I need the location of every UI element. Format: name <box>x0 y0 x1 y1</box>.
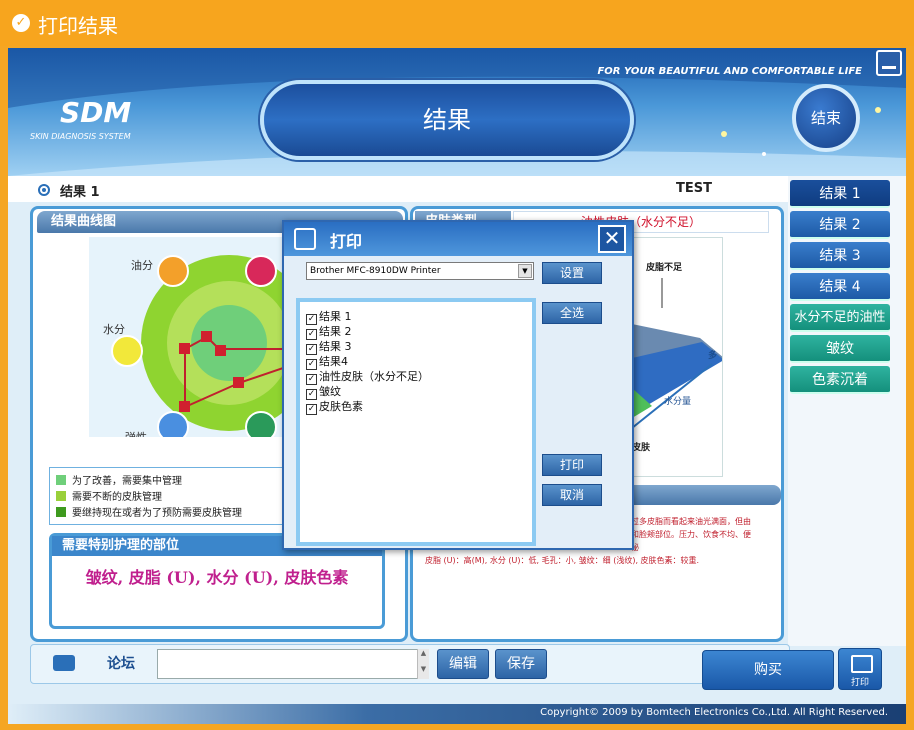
printer-select[interactable]: Brother MFC-8910DW Printer ▼ <box>306 262 534 280</box>
elasticity-marker <box>157 411 189 437</box>
graph-label-bottom: 皮肤 <box>632 443 651 453</box>
zone-inner <box>191 305 267 381</box>
close-button[interactable]: ✕ <box>598 225 626 253</box>
oil-marker <box>157 255 189 287</box>
print-item-checkbox[interactable]: ✓ 皮肤色素 <box>306 398 363 415</box>
tab-dehydrated-oily[interactable]: 水分不足的油性 <box>790 304 890 332</box>
buy-button[interactable]: 购买 <box>702 650 834 690</box>
skin-type-graph: 皮脂不足 多 水分量 皮肤 <box>631 237 723 477</box>
print-items-list: ✓ 结果 1 ✓ 结果 2 ✓ 结果 3 ✓ 结果4 ✓ 油性皮肤（水分不足） ✓ 皱纹 ✓… <box>296 298 536 546</box>
special-care-value: 皱纹, 皮脂 (U), 水分 (U), 皮肤色素 <box>85 568 349 587</box>
marker-top-right <box>245 255 277 287</box>
result-label: 结果 1 <box>60 185 100 200</box>
tab-pigmentation[interactable]: 色素沉着 <box>790 366 890 394</box>
marker-bottom-right <box>245 411 277 437</box>
result-header: 结果 1 TEST <box>8 176 788 202</box>
tab-wrinkles[interactable]: 皱纹 <box>790 335 890 363</box>
logo-subtitle: SKIN DIAGNOSIS SYSTEM <box>30 132 131 141</box>
forum-label: 论坛 <box>107 656 135 672</box>
page-title: 结果 <box>423 106 471 134</box>
dialog-cancel-button[interactable]: 取消 <box>542 484 602 506</box>
legend-item: 需要不断的皮肤管理 <box>56 488 162 503</box>
graph-label-side: 多 <box>708 351 718 361</box>
dialog-title: 打印 <box>330 232 363 251</box>
legend-swatch <box>56 507 66 517</box>
result-point <box>201 331 212 342</box>
elasticity-label: 弹性 <box>125 429 147 437</box>
tab-result-2[interactable]: 结果 2 <box>790 211 890 239</box>
slogan: FOR YOUR BEAUTIFUL AND COMFORTABLE LIFE <box>597 66 862 77</box>
window-title-bar: ✓ 打印结果 <box>0 0 914 46</box>
tab-result-4[interactable]: 结果 4 <box>790 273 890 301</box>
legend: 为了改善，需要集中管理 需要不断的皮肤管理 要继持现在或者为了预防需要皮肤管理 <box>49 467 309 525</box>
graph-label-top: 皮脂不足 <box>646 263 683 273</box>
tab-result-3[interactable]: 结果 3 <box>790 242 890 270</box>
dialog-print-button[interactable]: 打印 <box>542 454 602 476</box>
sdm-logo: SDM <box>60 96 132 129</box>
result-point <box>179 401 190 412</box>
water-label: 水分 <box>103 323 125 336</box>
dialog-title-bar: 打印 <box>284 222 632 256</box>
footer: Copyright© 2009 by Bomtech Electronics C… <box>8 704 906 724</box>
copyright: Copyright© 2009 by Bomtech Electronics C… <box>540 707 888 718</box>
skin-description: 过多皮脂而看起来油光满面，但由 和脸颊部位。压力、饮食不均、便 秘 <box>631 517 751 552</box>
chat-icon <box>53 655 75 671</box>
graph-label-axis: 水分量 <box>664 397 692 407</box>
result-point <box>215 345 226 356</box>
window-title: 打印结果 <box>38 14 118 38</box>
banner: FOR YOUR BEAUTIFUL AND COMFORTABLE LIFE … <box>8 48 906 176</box>
check-icon: ✓ <box>12 14 30 32</box>
forum-scrollbar[interactable]: ▲ ▼ <box>417 649 429 679</box>
page-title-pill: 结果 <box>260 80 634 160</box>
result-point <box>233 377 244 388</box>
settings-button[interactable]: 设置 <box>542 262 602 284</box>
legend-item: 为了改善，需要集中管理 <box>56 472 182 487</box>
printer-select-value: Brother MFC-8910DW Printer <box>310 266 441 276</box>
legend-swatch <box>56 491 66 501</box>
select-all-button[interactable]: 全选 <box>542 302 602 324</box>
oil-label: 油分 <box>131 259 153 272</box>
chevron-down-icon[interactable]: ▼ <box>518 264 532 278</box>
minimize-button[interactable] <box>876 50 902 76</box>
legend-item: 要继持现在或者为了预防需要皮肤管理 <box>56 504 242 519</box>
save-button[interactable]: 保存 <box>495 649 547 679</box>
side-tabs: 结果 1 结果 2 结果 3 结果 4 水分不足的油性 皱纹 色素沉着 <box>788 176 906 646</box>
water-marker <box>111 335 143 367</box>
radio-icon <box>38 184 50 196</box>
printer-icon <box>294 228 316 250</box>
skin-summary: 皮脂 (U)：高(M), 水分 (U)：低, 毛孔：小, 皱纹：细 (浅纹), … <box>425 556 700 565</box>
print-label: 打印 <box>850 678 869 688</box>
description-header-bar <box>631 485 781 505</box>
result-point <box>179 343 190 354</box>
end-button[interactable]: 结束 <box>792 84 860 152</box>
forum-bar: 论坛 ▲ ▼ 编辑 保存 <box>30 644 790 684</box>
buy-label: 购买 <box>754 662 782 678</box>
edit-button[interactable]: 编辑 <box>437 649 489 679</box>
user-name: TEST <box>676 181 712 196</box>
legend-swatch <box>56 475 66 485</box>
print-dialog: 打印 ✕ Brother MFC-8910DW Printer ▼ 设置 全选 … <box>282 220 634 550</box>
tab-result-1[interactable]: 结果 1 <box>790 180 890 208</box>
print-button[interactable]: 打印 <box>838 648 882 690</box>
forum-input[interactable] <box>157 649 429 679</box>
